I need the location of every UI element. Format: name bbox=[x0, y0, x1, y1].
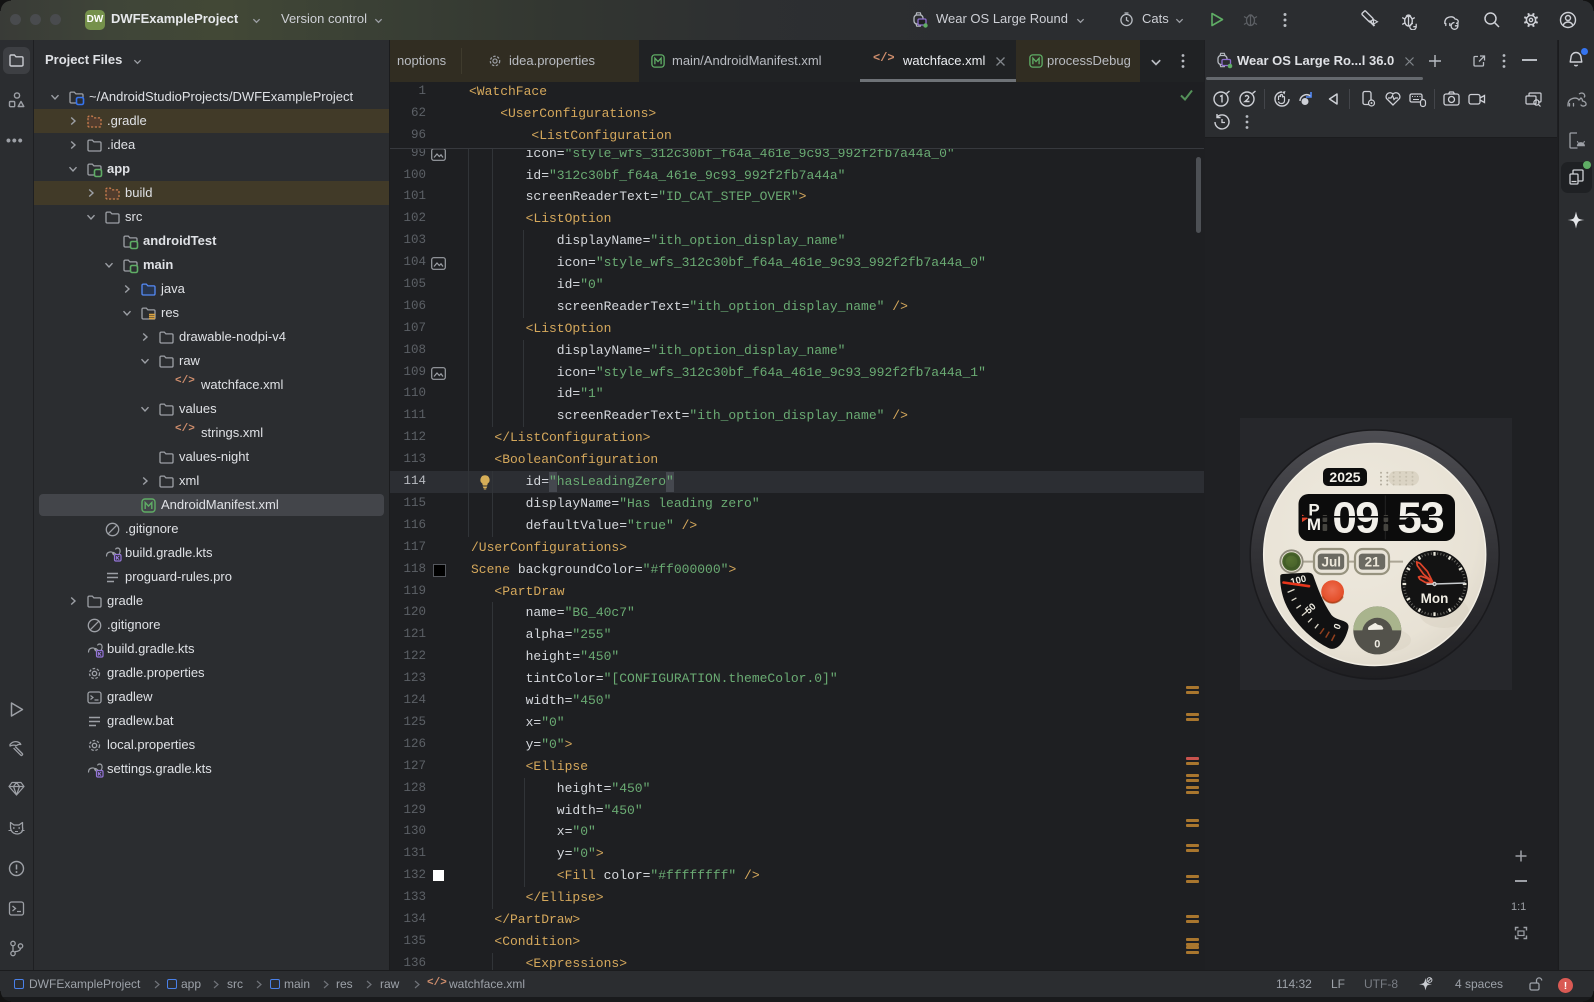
svg-text:2025: 2025 bbox=[1329, 469, 1360, 485]
svg-text:53: 53 bbox=[1397, 494, 1443, 543]
svg-text:0: 0 bbox=[1374, 639, 1380, 651]
svg-text:Mon: Mon bbox=[1421, 591, 1449, 606]
svg-text:21: 21 bbox=[1365, 555, 1381, 570]
svg-text:M: M bbox=[1307, 515, 1321, 534]
svg-text:Jul: Jul bbox=[1321, 555, 1341, 570]
svg-text:09: 09 bbox=[1332, 494, 1378, 543]
